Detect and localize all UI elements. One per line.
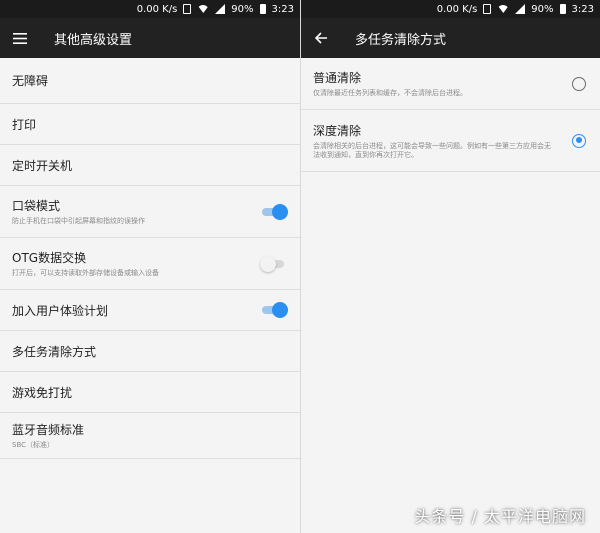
settings-item-title: 定时开关机	[12, 158, 73, 173]
network-speed: 0.00 K/s	[436, 3, 478, 15]
page-title: 多任务清除方式	[355, 32, 447, 48]
wifi-icon	[197, 5, 210, 13]
signal-icon	[215, 4, 226, 14]
status-bar: 0.00 K/s 90% 3:23	[0, 0, 300, 18]
toggle-switch[interactable]	[260, 255, 286, 272]
clock: 3:23	[571, 3, 594, 15]
settings-item-texts: 无障碍	[12, 72, 288, 89]
battery-percent: 90%	[231, 3, 254, 15]
radio-button[interactable]	[572, 76, 586, 91]
clear-option[interactable]: 深度清除会清除相关的后台进程，这可能会导致一些问题。例如有一些第三方应用会无法收…	[301, 110, 600, 172]
radio-button[interactable]	[572, 133, 586, 148]
settings-item[interactable]: 多任务清除方式	[0, 331, 300, 372]
toggle-knob	[272, 302, 288, 318]
option-list: 普通清除仅清除最近任务列表和缓存，不会清除后台进程。深度清除会清除相关的后台进程…	[301, 58, 600, 172]
settings-item-title: 蓝牙音频标准	[12, 423, 85, 438]
clear-option[interactable]: 普通清除仅清除最近任务列表和缓存，不会清除后台进程。	[301, 58, 600, 110]
settings-item-title: 加入用户体验计划	[12, 303, 109, 318]
page-title: 其他高级设置	[54, 32, 133, 48]
settings-item-texts: OTG数据交换打开后，可以支持读取外部存储设备或输入设备	[12, 249, 260, 278]
settings-item-texts: 加入用户体验计划	[12, 302, 260, 319]
battery-percent: 90%	[531, 3, 554, 15]
clock: 3:23	[271, 3, 294, 15]
settings-list: 无障碍打印定时开关机口袋模式防止手机在口袋中引起屏幕和指纹的误操作 OTG数据交换…	[0, 58, 300, 459]
app-bar: 多任务清除方式	[301, 18, 600, 58]
settings-item[interactable]: 定时开关机	[0, 145, 300, 186]
toggle-knob	[260, 255, 276, 272]
settings-item-title: 口袋模式	[12, 199, 61, 214]
settings-item-title: 打印	[12, 117, 37, 132]
watermark: 头条号 / 太平洋电脑网	[414, 507, 586, 526]
battery-icon	[259, 4, 266, 14]
clear-option-description: 仅清除最近任务列表和缓存，不会清除后台进程。	[313, 89, 467, 98]
settings-item-texts: 定时开关机	[12, 157, 288, 174]
toggle-knob	[272, 203, 288, 220]
clear-option-description: 会清除相关的后台进程，这可能会导致一些问题。例如有一些第三方应用会无法收到通知，…	[313, 141, 551, 159]
vibrate-icon	[183, 4, 192, 14]
settings-item-texts: 口袋模式防止手机在口袋中引起屏幕和指纹的误操作	[12, 197, 260, 226]
settings-item-title: 多任务清除方式	[12, 344, 97, 359]
clear-option-title: 深度清除	[313, 123, 362, 138]
clear-option-title: 普通清除	[313, 71, 362, 86]
app-bar: 其他高级设置	[0, 18, 300, 58]
status-bar: 0.00 K/s 90% 3:23	[301, 0, 600, 18]
settings-item[interactable]: OTG数据交换打开后，可以支持读取外部存储设备或输入设备	[0, 238, 300, 290]
settings-item[interactable]: 加入用户体验计划	[0, 290, 300, 331]
battery-icon	[559, 4, 566, 14]
wifi-icon	[497, 5, 510, 13]
toggle-switch[interactable]	[260, 302, 288, 318]
settings-item[interactable]: 游戏免打扰	[0, 372, 300, 413]
settings-item-subtitle: 防止手机在口袋中引起屏幕和指纹的误操作	[12, 217, 145, 226]
settings-item-subtitle: SBC（标准）	[12, 441, 55, 450]
settings-item[interactable]: 口袋模式防止手机在口袋中引起屏幕和指纹的误操作	[0, 186, 300, 238]
settings-item-title: 无障碍	[12, 74, 49, 88]
vibrate-icon	[483, 4, 492, 14]
settings-item-title: 游戏免打扰	[12, 385, 73, 400]
clear-option-texts: 普通清除仅清除最近任务列表和缓存，不会清除后台进程。	[313, 69, 572, 98]
settings-item[interactable]: 打印	[0, 104, 300, 145]
settings-item[interactable]: 无障碍	[0, 58, 300, 104]
settings-item-texts: 蓝牙音频标准 SBC（标准）	[12, 421, 288, 450]
settings-item-texts: 打印	[12, 116, 288, 133]
menu-icon[interactable]	[0, 18, 40, 58]
settings-item-title: OTG数据交换	[12, 251, 87, 266]
toggle-switch[interactable]	[260, 203, 288, 220]
back-arrow-icon[interactable]	[301, 18, 341, 58]
settings-item[interactable]: 蓝牙音频标准 SBC（标准）	[0, 413, 300, 459]
right-screen: 0.00 K/s 90% 3:23 多任务清除方式 普通清除仅清除最近任务列表和…	[300, 0, 600, 533]
settings-item-texts: 游戏免打扰	[12, 384, 288, 401]
left-screen: 0.00 K/s 90% 3:23 其他高级设置 无障碍打印定时开关机口袋模式防…	[0, 0, 300, 533]
settings-item-subtitle: 打开后，可以支持读取外部存储设备或输入设备	[12, 269, 159, 278]
settings-item-texts: 多任务清除方式	[12, 343, 288, 360]
signal-icon	[515, 4, 526, 14]
clear-option-texts: 深度清除会清除相关的后台进程，这可能会导致一些问题。例如有一些第三方应用会无法收…	[313, 122, 572, 160]
network-speed: 0.00 K/s	[136, 3, 178, 15]
